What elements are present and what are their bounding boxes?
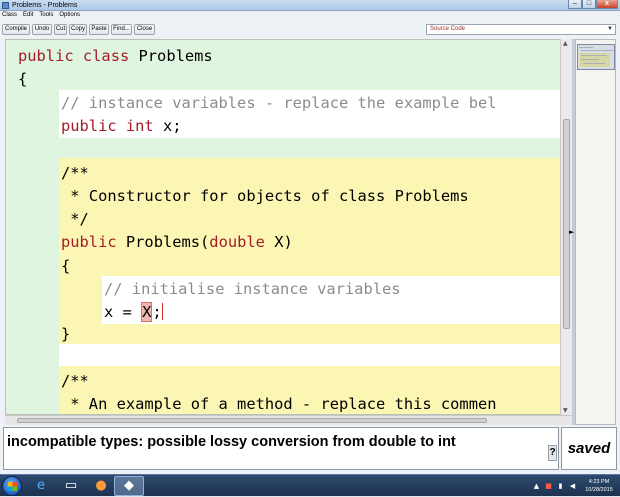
code-line: * An example of a method - replace this … — [61, 395, 497, 413]
error-help-button[interactable]: ? — [548, 445, 557, 461]
title-bar[interactable]: Problems - Problems – □ x — [0, 0, 620, 11]
code-line: public int x; — [61, 117, 182, 135]
file-explorer-icon[interactable]: ▭ — [62, 477, 80, 495]
system-tray: ▲ ■ ▮ ◀ 4:23 PM 10/28/2015 — [532, 475, 618, 497]
maximize-button[interactable]: □ — [582, 0, 596, 9]
tray-speaker-icon[interactable]: ◀ — [568, 482, 577, 491]
message-area: incompatible types: possible lossy conve… — [3, 427, 559, 470]
close-window-button[interactable]: x — [596, 0, 618, 9]
menu-class[interactable]: Class — [2, 11, 17, 20]
code-line: public Problems(double X) — [61, 233, 293, 251]
vertical-scrollbar[interactable]: ▲ ▼ — [560, 39, 572, 415]
horizontal-scrollbar[interactable] — [5, 415, 572, 425]
tray-arrow-icon[interactable]: ▲ — [532, 482, 541, 491]
windows-taskbar: e ▭ ● ◆ ▲ ■ ▮ ◀ 4:23 PM 10/28/2015 — [0, 474, 620, 496]
clock-time: 4:23 PM — [588, 479, 610, 485]
code-line: { — [61, 257, 71, 275]
minimize-button[interactable]: – — [568, 0, 582, 9]
tray-network-icon[interactable]: ▮ — [556, 482, 565, 491]
scroll-up-icon[interactable]: ▲ — [563, 40, 568, 47]
gap-block — [59, 344, 563, 366]
code-overview-pane[interactable] — [575, 39, 616, 425]
chevron-down-icon: ▼ — [607, 26, 613, 32]
tray-security-icon[interactable]: ■ — [544, 482, 553, 491]
code-line: /** — [61, 372, 89, 390]
compile-button[interactable]: Compile — [2, 24, 30, 35]
code-line: */ — [61, 210, 89, 228]
collapse-arrow-icon[interactable]: ► — [569, 228, 574, 236]
code-line: * Constructor for objects of class Probl… — [61, 187, 469, 205]
menu-tools[interactable]: Tools — [39, 11, 53, 20]
menu-bar: Class Edit Tools Options — [0, 11, 620, 20]
scroll-down-icon[interactable]: ▼ — [563, 407, 568, 414]
clock-date: 10/28/2015 — [585, 487, 613, 493]
paste-button[interactable]: Paste — [89, 24, 109, 35]
save-status: saved — [561, 427, 617, 470]
start-button[interactable] — [2, 476, 22, 496]
compiler-error-message: incompatible types: possible lossy conve… — [7, 434, 456, 450]
close-button[interactable]: Close — [134, 24, 155, 35]
code-line: } — [61, 325, 71, 343]
view-mode-select[interactable]: Source Code ▼ — [426, 24, 616, 35]
code-line: { — [18, 70, 28, 88]
overview-viewport[interactable] — [577, 44, 615, 70]
bluej-editor-window: Problems - Problems – □ x Class Edit Too… — [0, 0, 620, 474]
view-mode-value: Source Code — [430, 26, 466, 32]
code-line: public class Problems — [18, 47, 213, 65]
code-line: // instance variables - replace the exam… — [61, 94, 497, 112]
bluej-taskbar-icon: ◆ — [124, 478, 134, 493]
editor-toolbar: Compile Undo Cut Copy Paste Find... Clos… — [0, 21, 620, 38]
code-editor[interactable]: public class Problems { // instance vari… — [5, 39, 572, 415]
horizontal-scroll-thumb[interactable] — [17, 418, 487, 423]
error-highlight[interactable]: X — [141, 302, 153, 322]
text-caret — [161, 303, 163, 320]
code-line: x = X; — [104, 302, 163, 322]
find-button[interactable]: Find... — [111, 24, 132, 35]
vertical-scroll-thumb[interactable] — [563, 119, 570, 329]
firefox-icon[interactable]: ● — [92, 477, 110, 495]
internet-explorer-icon[interactable]: e — [32, 477, 50, 495]
menu-options[interactable]: Options — [59, 11, 80, 20]
window-title: Problems - Problems — [12, 2, 78, 9]
bluej-app-icon — [2, 2, 9, 9]
code-line: /** — [61, 164, 89, 182]
menu-edit[interactable]: Edit — [23, 11, 33, 20]
copy-button[interactable]: Copy — [69, 24, 87, 35]
cut-button[interactable]: Cut — [54, 24, 67, 35]
undo-button[interactable]: Undo — [32, 24, 52, 35]
code-line: // initialise instance variables — [104, 280, 401, 298]
taskbar-clock[interactable]: 4:23 PM 10/28/2015 — [580, 478, 618, 494]
window-controls: – □ x — [568, 0, 618, 10]
